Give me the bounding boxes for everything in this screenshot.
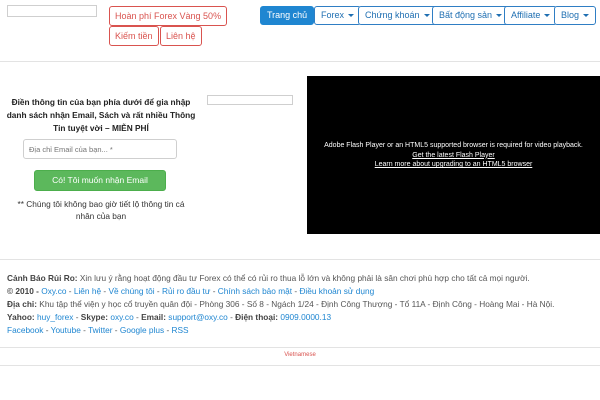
- footer-link-contact[interactable]: Liên hệ: [74, 286, 101, 296]
- phone-link[interactable]: 0909.0000.13: [280, 312, 331, 322]
- chevron-down-icon: [348, 14, 355, 18]
- social-row: Facebook - Youtube - Twitter - Google pl…: [7, 325, 189, 335]
- video-fallback-message: Adobe Flash Player or an HTML5 supported…: [307, 141, 600, 170]
- social-facebook[interactable]: Facebook: [7, 325, 43, 335]
- risk-warning-label: Cảnh Báo Rủi Ro:: [7, 273, 78, 283]
- nav-affiliate[interactable]: Affiliate: [504, 6, 558, 25]
- video-message: Adobe Flash Player or an HTML5 supported…: [324, 142, 583, 149]
- privacy-note: ** Chúng tôi không bao giờ tiết lộ thông…: [17, 199, 185, 221]
- logo-placeholder[interactable]: [7, 5, 97, 17]
- skype-label: Skype:: [80, 312, 109, 322]
- language-selector[interactable]: Vietnamese: [0, 352, 600, 358]
- social-youtube[interactable]: Youtube: [51, 325, 81, 335]
- widget-placeholder: [207, 95, 293, 105]
- address-label: Địa chỉ:: [7, 299, 37, 309]
- content-divider: [0, 259, 600, 260]
- signup-heading: Điền thông tin của bạn phía dưới để gia …: [6, 97, 196, 133]
- nav-real-estate-label: Bất động sản: [439, 10, 493, 20]
- address-row: Địa chỉ: Khu tập thể viện y học cổ truyề…: [7, 298, 554, 310]
- promo-forex-gold-button[interactable]: Hoàn phí Forex Vàng 50%: [109, 6, 228, 26]
- nav-forex-label: Forex: [321, 10, 345, 20]
- email-link[interactable]: support@oxy.co: [168, 312, 227, 322]
- chevron-down-icon: [583, 14, 590, 18]
- flash-player-link[interactable]: Get the latest Flash Player: [307, 151, 600, 161]
- html5-browser-link[interactable]: Learn more about upgrading to an HTML5 b…: [307, 160, 600, 170]
- footer-link-risk[interactable]: Rủi ro đầu tư: [162, 286, 210, 296]
- footer-link-oxy[interactable]: Oxy.co: [41, 286, 66, 296]
- chevron-down-icon: [544, 14, 551, 18]
- chevron-down-icon: [496, 14, 503, 18]
- social-rss[interactable]: RSS: [172, 325, 189, 335]
- subscribe-button[interactable]: Có! Tôi muốn nhận Email: [34, 170, 166, 191]
- footer-link-privacy[interactable]: Chính sách bảo mật: [218, 286, 292, 296]
- social-twitter[interactable]: Twitter: [88, 325, 112, 335]
- email-label: Email:: [141, 312, 166, 322]
- email-input[interactable]: [23, 139, 177, 159]
- nav-stocks[interactable]: Chứng khoán: [358, 6, 437, 25]
- nav-home[interactable]: Trang chủ: [260, 6, 315, 25]
- footer-link-terms[interactable]: Điều khoản sử dụng: [299, 286, 374, 296]
- risk-warning: Cảnh Báo Rủi Ro: Xin lưu ý rằng hoạt độn…: [7, 272, 530, 284]
- footer-link-about[interactable]: Về chúng tôi: [108, 286, 154, 296]
- chevron-down-icon: [423, 14, 430, 18]
- contact-button[interactable]: Liên hệ: [160, 26, 202, 46]
- skype-link[interactable]: oxy.co: [110, 312, 133, 322]
- nav-home-label: Trang chủ: [267, 10, 308, 20]
- nav-stocks-label: Chứng khoán: [365, 10, 420, 20]
- nav-forex[interactable]: Forex: [314, 6, 362, 25]
- copyright: © 2010 -: [7, 286, 39, 296]
- risk-warning-text: Xin lưu ý rằng hoạt động đầu tư Forex có…: [79, 273, 530, 283]
- nav-affiliate-label: Affiliate: [511, 10, 541, 20]
- address-text: Khu tập thể viện y học cổ truyền quân độ…: [39, 299, 555, 309]
- contact-row: Yahoo: huy_forex - Skype: oxy.co - Email…: [7, 312, 332, 322]
- footer-links-row: © 2010 - Oxy.co - Liên hệ - Về chúng tôi…: [7, 286, 375, 296]
- social-google-plus[interactable]: Google plus: [120, 325, 164, 335]
- phone-label: Điện thoại:: [235, 312, 279, 322]
- header-divider: [0, 61, 600, 62]
- nav-real-estate[interactable]: Bất động sản: [432, 6, 510, 25]
- yahoo-link[interactable]: huy_forex: [37, 312, 73, 322]
- yahoo-label: Yahoo:: [7, 312, 35, 322]
- earn-money-button[interactable]: Kiếm tiền: [109, 26, 159, 46]
- nav-blog[interactable]: Blog: [554, 6, 597, 25]
- nav-blog-label: Blog: [561, 10, 580, 20]
